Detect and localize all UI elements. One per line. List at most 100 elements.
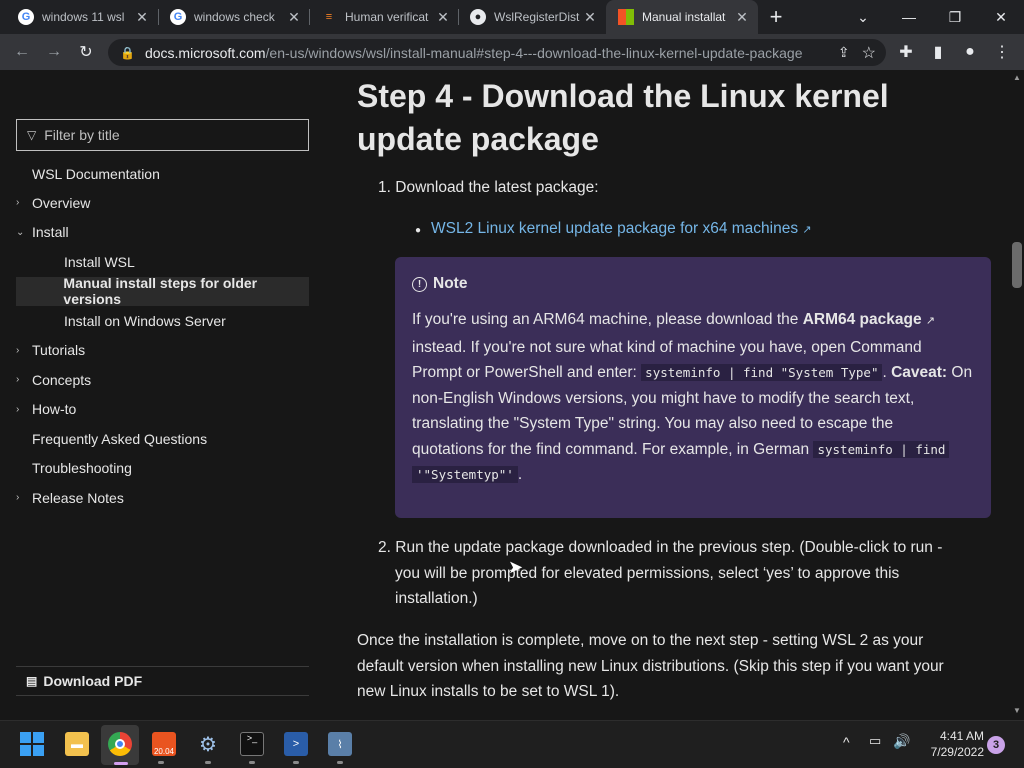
close-tab-icon[interactable]: ✕ (580, 9, 600, 26)
note-line-6: quotations for the find command. For exa… (412, 437, 974, 463)
bullet-item: ● WSL2 Linux kernel update package for x6… (415, 216, 812, 244)
filter-input[interactable]: ▽ Filter by title (16, 119, 309, 151)
ubuntu-icon[interactable]: 20.04 (152, 732, 176, 756)
tab-manual-installation[interactable]: Manual installat ✕ (606, 0, 758, 34)
chevron-right-icon: › (16, 197, 20, 209)
code-systemtyp: '"Systemtyp"' (412, 466, 518, 483)
bookmark-star-icon[interactable]: ☆ (862, 43, 876, 63)
reload-icon[interactable]: ↻ (72, 34, 100, 70)
show-hidden-icons-icon[interactable]: ^ (843, 734, 850, 750)
tab-search-icon[interactable]: ⌄ (840, 0, 886, 34)
wsl2-kernel-link[interactable]: WSL2 Linux kernel update package for x64… (431, 220, 798, 237)
filter-icon: ▽ (27, 128, 37, 142)
mouse-cursor-icon: ➤ (508, 557, 524, 577)
settings-running-indicator (205, 761, 211, 764)
note-line-2: instead. If you're not sure what kind of… (412, 338, 922, 356)
page-heading: Step 4 - Download the Linux kernel updat… (357, 78, 889, 157)
scroll-down-icon[interactable]: ▼ (1013, 706, 1021, 715)
settings-gear-icon[interactable]: ⚙ (196, 732, 220, 756)
chevron-right-icon: › (16, 403, 20, 415)
url-path: /en-us/windows/wsl/install-manual#step-4… (265, 44, 803, 61)
code-systeminfo-german: systeminfo | find (813, 440, 950, 458)
ubuntu-running-indicator (158, 761, 164, 764)
sidebar-item-manual-install-steps-for-older-versions[interactable]: Manual install steps for older versions (16, 275, 309, 307)
back-icon[interactable]: ← (8, 34, 36, 70)
chrome-icon[interactable] (108, 732, 132, 756)
side-panel-icon[interactable]: ▮ (924, 34, 952, 70)
sidebar-item-troubleshooting[interactable]: Troubleshooting (16, 454, 309, 484)
profile-icon[interactable]: ● (956, 34, 984, 70)
step-2: 2. Run the update package downloaded in … (378, 539, 943, 607)
chrome-active-indicator (114, 762, 128, 765)
terminal-icon[interactable]: >_ (240, 732, 264, 756)
sidebar-item-concepts[interactable]: › Concepts (16, 365, 309, 395)
tab-wslregisterdistribution[interactable]: ● WslRegisterDist ✕ (458, 0, 606, 34)
sidebar-item-install[interactable]: ⌄ Install (16, 218, 309, 248)
completion-paragraph: Once the installation is complete, move … (357, 632, 944, 700)
note-line-3: Prompt or PowerShell and enter: systemin… (412, 364, 973, 381)
google-icon: G (170, 9, 186, 25)
google-icon: G (18, 9, 34, 25)
tab-windows-check[interactable]: G windows check ✕ (158, 0, 310, 34)
lock-icon: 🔒 (120, 45, 135, 60)
step-1: 1. Download the latest package: (378, 179, 599, 196)
close-tab-icon[interactable]: ✕ (433, 9, 453, 26)
forward-icon[interactable]: → (40, 34, 68, 70)
scroll-thumb[interactable] (1012, 242, 1022, 288)
resmon-running-indicator (337, 761, 343, 764)
external-link-icon: ↗ (925, 315, 936, 327)
chrome-menu-icon[interactable]: ⋮ (988, 34, 1016, 70)
sidebar-item-tutorials[interactable]: › Tutorials (16, 336, 309, 366)
powershell-running-indicator (293, 761, 299, 764)
toc-list: WSL Documentation › Overview ⌄ Install Instal… (16, 160, 309, 513)
chevron-right-icon: › (16, 492, 20, 504)
sidebar-item-install-on-windows-server[interactable]: Install on Windows Server (16, 306, 309, 336)
sidebar-item-wsl-documentation[interactable]: WSL Documentation (16, 160, 309, 188)
notification-badge[interactable]: 3 (987, 736, 1005, 754)
chevron-right-icon: › (16, 374, 20, 386)
powershell-icon[interactable]: > (284, 732, 308, 756)
extensions-icon[interactable]: ✚ (892, 34, 920, 70)
terminal-running-indicator (249, 761, 255, 764)
download-pdf-button[interactable]: ▤ Download PDF (16, 666, 309, 696)
arm64-link[interactable]: ARM64 package (803, 311, 922, 328)
scroll-up-icon[interactable]: ▲ (1013, 73, 1021, 82)
close-tab-icon[interactable]: ✕ (732, 9, 752, 26)
restore-icon[interactable]: ❐ (932, 0, 978, 34)
note-line-1: If you're using an ARM64 machine, please… (412, 311, 936, 328)
minimize-icon[interactable]: — (886, 0, 932, 34)
volume-icon[interactable]: 🔊 (893, 733, 910, 750)
microsoft-icon (618, 9, 634, 25)
tab-human-verification[interactable]: ≡ Human verificat ✕ (309, 0, 459, 34)
sidebar-item-overview[interactable]: › Overview (16, 188, 309, 218)
sidebar-item-how-to[interactable]: › How-to (16, 395, 309, 425)
chevron-right-icon: › (16, 344, 20, 356)
info-icon: ! (412, 276, 427, 292)
note-header: ! Note (412, 275, 974, 293)
github-icon: ● (470, 9, 486, 25)
sidebar-item-release-notes[interactable]: › Release Notes (16, 483, 309, 513)
clock[interactable]: 4:41 AM 7/29/2022 (918, 728, 984, 760)
page-scrollbar[interactable]: ▲ ▼ (1010, 70, 1024, 720)
chevron-down-icon: ⌄ (16, 226, 25, 238)
pdf-icon: ▤ (26, 674, 38, 688)
close-tab-icon[interactable]: ✕ (132, 9, 152, 26)
url-host: docs.microsoft.com (144, 44, 266, 61)
code-systeminfo: systeminfo | find "System Type" (641, 364, 883, 381)
stackoverflow-icon: ≡ (325, 11, 333, 23)
network-icon[interactable]: ▭ (869, 733, 881, 749)
address-bar[interactable]: 🔒 docs.microsoft.com/en-us/windows/wsl/i… (108, 39, 886, 66)
tab-windows-11-wsl[interactable]: G windows 11 wsl ✕ (6, 0, 158, 34)
close-window-icon[interactable]: ✕ (978, 0, 1024, 34)
new-tab-button[interactable]: + (754, 0, 798, 34)
note-line-4: non-English Windows versions, you might … (412, 389, 915, 407)
external-link-icon: ↗ (802, 224, 812, 236)
sidebar-item-install-wsl[interactable]: Install WSL (16, 247, 309, 277)
start-icon[interactable] (20, 732, 44, 756)
share-icon[interactable]: ⇪ (838, 44, 850, 61)
resource-monitor-icon[interactable]: ⌇ (328, 732, 352, 756)
sidebar-item-frequently-asked-questions[interactable]: Frequently Asked Questions (16, 424, 309, 454)
bullet-icon: ● (415, 225, 422, 236)
file-explorer-icon[interactable]: ▬ (65, 732, 89, 756)
close-tab-icon[interactable]: ✕ (284, 9, 304, 26)
